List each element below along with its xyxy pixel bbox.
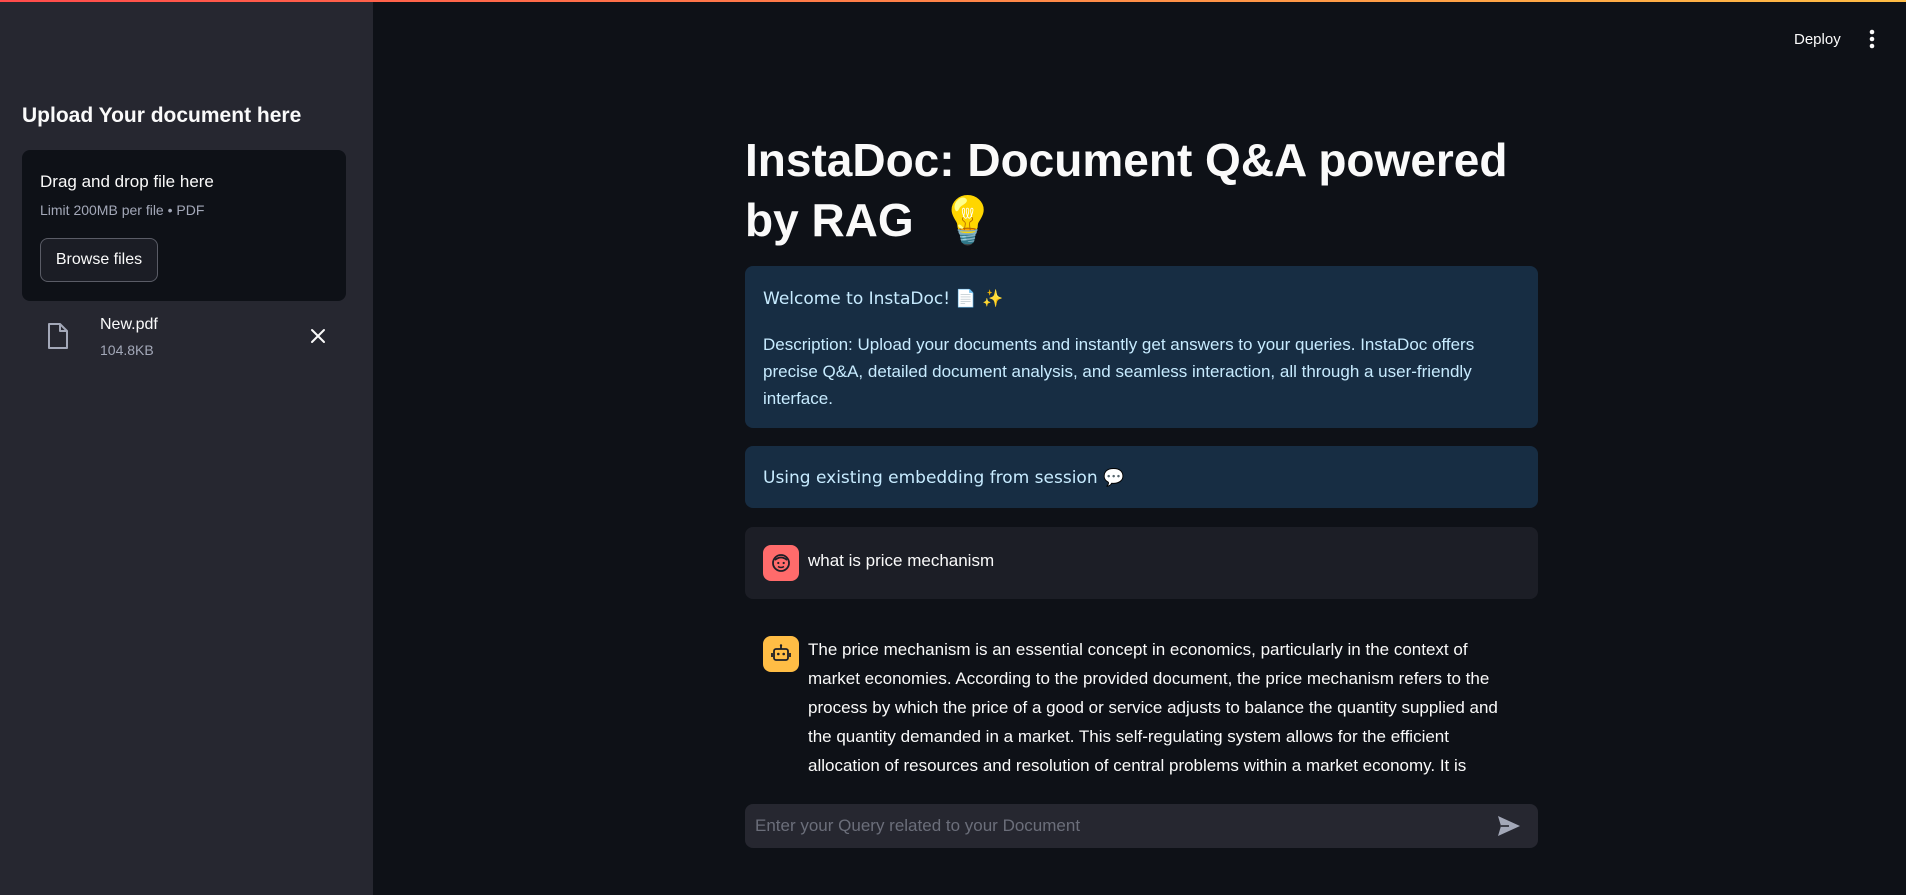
close-icon[interactable]	[306, 324, 330, 348]
top-accent-bar	[0, 0, 1906, 2]
welcome-info-box: Welcome to InstaDoc! 📄 ✨ Description: Up…	[745, 266, 1538, 428]
main-content: InstaDoc: Document Q&A powered by RAG 💡 …	[745, 0, 1538, 895]
status-info-box: Using existing embedding from session 💬	[745, 446, 1538, 508]
chat-message-user: what is price mechanism	[745, 527, 1538, 599]
user-face-icon	[763, 545, 799, 581]
lightbulb-emoji: 💡	[939, 193, 997, 247]
deploy-button[interactable]: Deploy	[1782, 24, 1853, 54]
dropzone-label: Drag and drop file here	[40, 172, 214, 191]
page-title: InstaDoc: Document Q&A powered by RAG 💡	[745, 130, 1538, 250]
file-size: 104.8KB	[100, 342, 154, 358]
chat-input-bar	[745, 804, 1538, 848]
vertical-ellipsis-icon[interactable]	[1862, 26, 1882, 52]
page-title-text: InstaDoc: Document Q&A powered by RAG	[745, 134, 1508, 246]
chat-message-assistant: The price mechanism is an essential conc…	[745, 620, 1538, 780]
sidebar-title: Upload Your document here	[22, 104, 302, 127]
uploaded-file-item: New.pdf 104.8KB	[22, 312, 346, 362]
sidebar: Upload Your document here Drag and drop …	[0, 0, 373, 895]
file-uploader-dropzone[interactable]: Drag and drop file here Limit 200MB per …	[22, 150, 346, 301]
status-text: Using existing embedding from session 💬	[763, 468, 1125, 488]
send-icon[interactable]	[1496, 814, 1522, 838]
file-name: New.pdf	[100, 316, 158, 333]
file-icon	[46, 322, 70, 350]
robot-icon	[763, 636, 799, 672]
browse-files-button[interactable]: Browse files	[40, 238, 158, 282]
query-input[interactable]	[745, 804, 1485, 848]
assistant-message-text: The price mechanism is an essential conc…	[808, 640, 1498, 775]
welcome-text: Welcome to InstaDoc! 📄 ✨	[763, 289, 1004, 309]
user-message-text: what is price mechanism	[808, 551, 995, 570]
description-text: Description: Upload your documents and i…	[763, 335, 1475, 408]
dropzone-limit-text: Limit 200MB per file • PDF	[40, 202, 205, 218]
